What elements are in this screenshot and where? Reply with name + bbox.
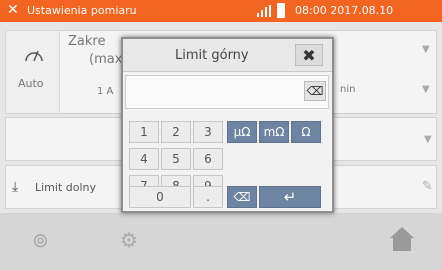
edit-pencil-icon: ✎ (422, 179, 433, 194)
key-3[interactable]: 3 (193, 121, 223, 143)
unit-micro-ohm-key[interactable]: μΩ (227, 121, 257, 143)
chevron-down-icon: ▼ (424, 134, 432, 145)
enter-key[interactable]: ↵ (259, 186, 321, 208)
key-decimal[interactable]: . (193, 186, 223, 208)
range-title-2: (max (89, 52, 123, 67)
datetime: 08:00 2017.08.10 (295, 4, 394, 17)
auto-label: Auto (18, 77, 44, 90)
unit-milli-ohm-key[interactable]: mΩ (259, 121, 289, 143)
range-title-1: Zakre (68, 34, 106, 49)
key-5[interactable]: 5 (161, 148, 191, 170)
right-cell[interactable]: nin ▼ ▼ (334, 30, 437, 114)
bottom-bar: ⊚ ⚙ (0, 213, 442, 270)
settings-tools-icon: ✕ (7, 2, 19, 18)
dialog-header: Limit górny ✖ (123, 39, 332, 72)
screen-title: Ustawienia pomiaru (27, 4, 137, 17)
eraser-icon: ⌫ (306, 84, 324, 98)
download-icon: ⤓ (12, 179, 19, 195)
range-value: 1 A (97, 86, 114, 97)
upper-limit-dialog: Limit górny ✖ ⌫ 1 2 3 μΩ mΩ Ω 4 5 6 7 8 … (121, 37, 334, 213)
key-0[interactable]: 0 (129, 186, 191, 208)
auto-button[interactable]: Auto (5, 30, 60, 114)
lower-limit-label: Limit dolny (35, 181, 97, 194)
gauge-icon (25, 50, 43, 62)
key-2[interactable]: 2 (161, 121, 191, 143)
key-1[interactable]: 1 (129, 121, 159, 143)
home-icon[interactable] (388, 225, 416, 253)
close-icon: ✖ (302, 46, 316, 65)
chevron-down-icon: ▼ (422, 44, 430, 55)
unit-ohm-key[interactable]: Ω (291, 121, 321, 143)
right-partial-text: nin (340, 84, 356, 95)
battery-icon (277, 3, 285, 18)
key-6[interactable]: 6 (193, 148, 223, 170)
status-bar: ✕ Ustawienia pomiaru 08:00 2017.08.10 (0, 0, 442, 22)
close-button[interactable]: ✖ (295, 44, 323, 66)
chevron-down-icon: ▼ (422, 84, 430, 95)
signal-icon (257, 5, 271, 17)
range-cell[interactable]: Zakre (max 1 A (60, 30, 122, 114)
value-input[interactable]: ⌫ (125, 75, 329, 109)
backspace-key[interactable]: ⌫ (227, 186, 257, 208)
gear-icon[interactable]: ⚙ (120, 228, 138, 252)
eraser-button[interactable]: ⌫ (304, 81, 326, 101)
dialog-title: Limit górny (175, 48, 249, 63)
probe-icon[interactable]: ⊚ (32, 228, 49, 252)
key-4[interactable]: 4 (129, 148, 159, 170)
